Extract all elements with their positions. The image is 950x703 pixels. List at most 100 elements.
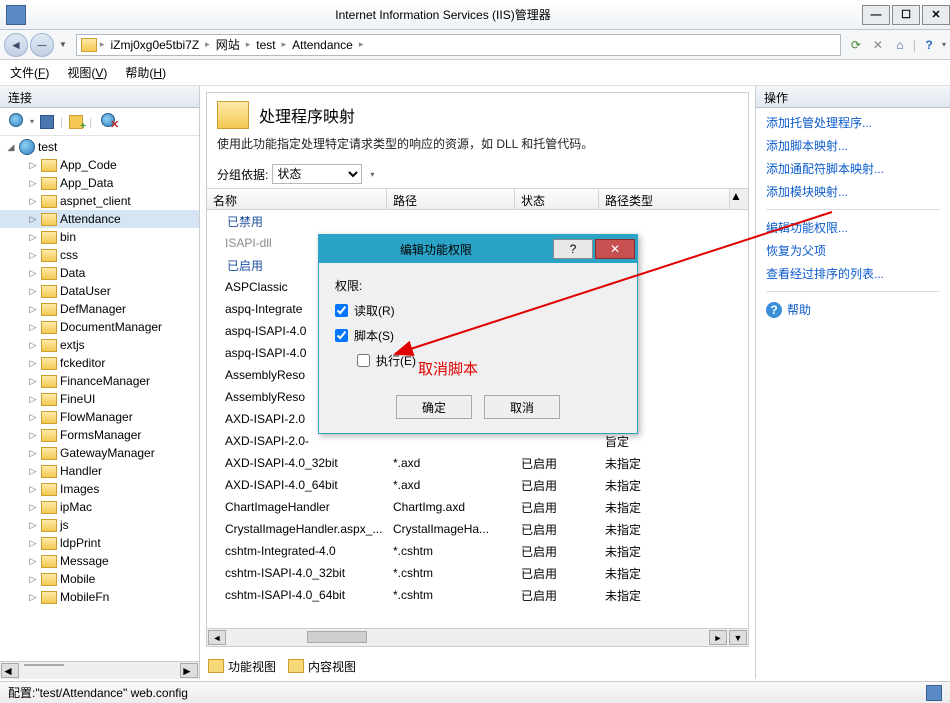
checkbox-read[interactable]: 读取(R) [335,302,621,319]
tree-node-css[interactable]: ▷css [0,246,199,264]
tree-root[interactable]: ◢ test [0,138,199,156]
col-state[interactable]: 状态 [515,189,599,209]
window-title: Internet Information Services (IIS)管理器 [26,6,860,23]
list-row[interactable]: AXD-ISAPI-4.0_32bit*.axd已启用未指定 [207,452,748,474]
stop-mini-icon[interactable]: ✕ [869,36,887,54]
action-add-module[interactable]: 添加模块映射... [766,183,940,200]
dialog-titlebar[interactable]: 编辑功能权限 ? ✕ [319,235,637,263]
tree-node-gatewaymanager[interactable]: ▷GatewayManager [0,444,199,462]
list-row[interactable]: cshtm-ISAPI-4.0_32bit*.cshtm已启用未指定 [207,562,748,584]
crumb-sites[interactable]: 网站 [213,36,243,53]
crumb-app[interactable]: Attendance [289,38,356,52]
folder-icon [81,38,97,52]
list-row[interactable]: 已禁用 [207,210,748,232]
navigation-row: ◄ ─ ▼ ▸ iZmj0xg0e5tbi7Z ▸ 网站 ▸ test ▸ At… [0,30,950,60]
tree-node-message[interactable]: ▷Message [0,552,199,570]
tree-node-app_code[interactable]: ▷App_Code [0,156,199,174]
page-description: 使用此功能指定处理特定请求类型的响应的资源，如 DLL 和托管代码。 [207,133,748,160]
connections-tree[interactable]: ◢ test ▷App_Code▷App_Data▷aspnet_client▷… [0,136,199,661]
connect-icon[interactable] [6,113,24,131]
tab-content[interactable]: 内容视图 [288,658,356,675]
dialog-title: 编辑功能权限 [319,241,553,258]
col-ptype[interactable]: 路径类型 [599,189,730,209]
help-mini-icon[interactable]: ? [920,36,938,54]
tree-node-extjs[interactable]: ▷extjs [0,336,199,354]
tree-node-mobilefn[interactable]: ▷MobileFn [0,588,199,606]
list-row[interactable]: cshtm-ISAPI-4.0_64bit*.cshtm已启用未指定 [207,584,748,606]
status-bar: 配置:"test/Attendance" web.config [0,681,950,703]
list-row[interactable]: cshtm-Integrated-4.0*.cshtm已启用未指定 [207,540,748,562]
checkbox-script[interactable]: 脚本(S) [335,327,621,344]
nav-history-dropdown[interactable]: ▼ [56,40,70,49]
menu-view[interactable]: 视图(V) [67,64,107,81]
list-row[interactable]: CrystalImageHandler.aspx_...CrystalImage… [207,518,748,540]
group-by-select[interactable]: 状态 [272,164,362,184]
col-scroll-up[interactable]: ▲ [730,189,748,209]
nav-back-button[interactable]: ◄ [4,33,28,57]
dialog-help-button[interactable]: ? [553,239,593,259]
action-add-wildcard[interactable]: 添加通配符脚本映射... [766,160,940,177]
action-add-script[interactable]: 添加脚本映射... [766,137,940,154]
dialog-close-button[interactable]: ✕ [595,239,635,259]
action-view-sorted[interactable]: 查看经过排序的列表... [766,265,940,282]
tree-node-bin[interactable]: ▷bin [0,228,199,246]
view-tabs: 功能视图 内容视图 [200,653,755,679]
tree-hscrollbar[interactable]: ◄► [0,661,199,679]
tree-root-label: test [38,140,57,154]
tree-node-fineui[interactable]: ▷FineUI [0,390,199,408]
tree-node-images[interactable]: ▷Images [0,480,199,498]
close-button[interactable]: ✕ [922,5,950,25]
tree-node-data[interactable]: ▷Data [0,264,199,282]
content-icon [288,659,304,673]
tree-node-flowmanager[interactable]: ▷FlowManager [0,408,199,426]
tree-node-app_data[interactable]: ▷App_Data [0,174,199,192]
annotation-label: 取消脚本 [418,358,478,379]
tree-node-attendance[interactable]: ▷Attendance [0,210,199,228]
page-title: 处理程序映射 [259,103,355,127]
crumb-site[interactable]: test [253,38,278,52]
dialog-ok-button[interactable]: 确定 [396,395,472,419]
tree-node-handler[interactable]: ▷Handler [0,462,199,480]
action-edit-permissions[interactable]: 编辑功能权限... [766,219,940,236]
tree-node-js[interactable]: ▷js [0,516,199,534]
action-revert[interactable]: 恢复为父项 [766,242,940,259]
col-name[interactable]: 名称 [207,189,387,209]
maximize-button[interactable]: ☐ [892,5,920,25]
save-icon[interactable] [40,115,54,129]
col-path[interactable]: 路径 [387,189,515,209]
connections-header: 连接 [0,86,199,108]
permissions-label: 权限: [335,277,621,294]
tree-node-datauser[interactable]: ▷DataUser [0,282,199,300]
app-icon [6,5,26,25]
menu-file[interactable]: 文件(F) [10,64,49,81]
tab-features[interactable]: 功能视图 [208,658,276,675]
tree-node-financemanager[interactable]: ▷FinanceManager [0,372,199,390]
dialog-cancel-button[interactable]: 取消 [484,395,560,419]
tree-node-aspnet_client[interactable]: ▷aspnet_client [0,192,199,210]
menu-bar: 文件(F) 视图(V) 帮助(H) [0,60,950,86]
group-by-label: 分组依据: [217,166,268,183]
minimize-button[interactable]: — [862,5,890,25]
tree-node-documentmanager[interactable]: ▷DocumentManager [0,318,199,336]
tree-node-fckeditor[interactable]: ▷fckeditor [0,354,199,372]
tree-node-defmanager[interactable]: ▷DefManager [0,300,199,318]
add-site-icon[interactable]: + [69,115,83,129]
tree-node-mobile[interactable]: ▷Mobile [0,570,199,588]
list-row[interactable]: ChartImageHandlerChartImg.axd已启用未指定 [207,496,748,518]
nav-forward-button[interactable]: ─ [30,33,54,57]
action-help[interactable]: ? 帮助 [766,301,940,318]
tree-node-formsmanager[interactable]: ▷FormsManager [0,426,199,444]
list-hscrollbar[interactable]: ◄►▼ [207,628,748,646]
address-bar[interactable]: ▸ iZmj0xg0e5tbi7Z ▸ 网站 ▸ test ▸ Attendan… [76,34,841,56]
action-add-managed[interactable]: 添加托管处理程序... [766,114,940,131]
list-row[interactable]: AXD-ISAPI-4.0_64bit*.axd已启用未指定 [207,474,748,496]
refresh-mini-icon[interactable]: ⟳ [847,36,865,54]
connections-panel: 连接 ▾ | + | ✕ ◢ test ▷App_Code▷App_Data▷a… [0,86,200,679]
home-icon[interactable]: ⌂ [891,36,909,54]
tree-node-ldpprint[interactable]: ▷ldpPrint [0,534,199,552]
menu-help[interactable]: 帮助(H) [125,64,166,81]
crumb-host[interactable]: iZmj0xg0e5tbi7Z [107,38,202,52]
checkbox-execute[interactable]: 执行(E) [357,352,621,369]
tree-node-ipmac[interactable]: ▷ipMac [0,498,199,516]
refresh-icon[interactable]: ✕ [98,113,116,131]
